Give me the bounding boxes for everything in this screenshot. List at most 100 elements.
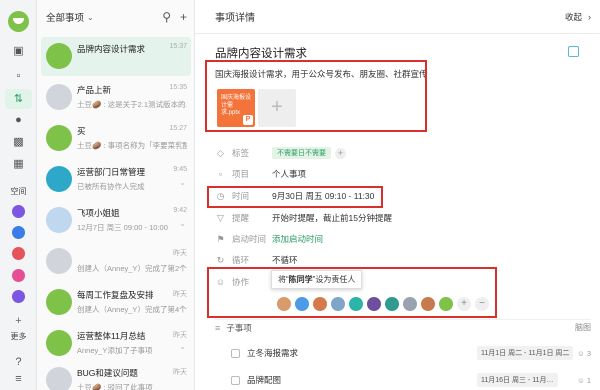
add-attachment-button[interactable]: + bbox=[258, 89, 296, 127]
collaborator-avatar[interactable] bbox=[277, 297, 291, 311]
flag-icon: ⚑ bbox=[216, 233, 225, 244]
collaborator-avatar[interactable] bbox=[385, 297, 399, 311]
tasks-icon[interactable]: ⇅ bbox=[5, 89, 32, 109]
collaborator-avatar[interactable] bbox=[349, 297, 363, 311]
project-value[interactable]: 个人事项 bbox=[272, 168, 306, 180]
list-item[interactable]: 买 土豆🥔 : 事项名称为「李要菜乳酸… 15:27 ⌄ bbox=[41, 119, 191, 158]
search-icon[interactable]: ⚲ bbox=[162, 10, 171, 24]
repeat-value[interactable]: 不循环 bbox=[272, 254, 298, 266]
chevron-down-icon[interactable]: ⌄ bbox=[87, 13, 94, 22]
item-subtitle: 土豆🥔 : 这是关于2.1测试版本的… bbox=[77, 100, 187, 109]
item-subtitle: Anney_Y添加了子事项 bbox=[77, 346, 153, 355]
item-time: 昨天 bbox=[173, 369, 187, 376]
space-dot[interactable] bbox=[12, 269, 25, 282]
subtask-date[interactable]: 11月16日 周三 - 11月… bbox=[477, 373, 558, 387]
calendar-icon[interactable]: ▣ bbox=[11, 44, 26, 58]
list-item[interactable]: 飞项小姐姐 12月7日 周三 09:00 - 10:00 9:42 ⌄ bbox=[41, 201, 191, 240]
collaborator-avatar[interactable] bbox=[331, 297, 345, 311]
mindmap-button[interactable]: 脑图 bbox=[575, 322, 591, 333]
collaborator-avatar[interactable] bbox=[439, 297, 453, 311]
collaborator-avatar[interactable] bbox=[313, 297, 327, 311]
space-label: 空间 bbox=[10, 187, 27, 196]
folder-icon: ▫ bbox=[218, 169, 223, 179]
list-item[interactable]: 每周工作复盘及安排 创建人（Anney_Y）完成了第4个事… 昨天 ⌄ bbox=[41, 283, 191, 322]
collapse-button[interactable]: 收起 bbox=[565, 11, 582, 23]
space-dot[interactable] bbox=[12, 226, 25, 239]
more-icon[interactable]: ⌄ bbox=[179, 301, 186, 310]
tag-pill[interactable]: 不需要日不需要 bbox=[272, 147, 331, 159]
space-dot[interactable] bbox=[12, 205, 25, 218]
subtask-count: ☺ 3 bbox=[577, 348, 591, 358]
collaborator-avatar[interactable] bbox=[421, 297, 435, 311]
collapse-arrow-icon[interactable]: › bbox=[588, 12, 591, 22]
task-list-panel: 全部事项 ⌄ ⚲ + 品牌内容设计需求 15:37 产品上新 土豆🥔 : 这是关… bbox=[37, 0, 195, 390]
item-title: 买 bbox=[77, 126, 86, 136]
more-label[interactable]: 更多 bbox=[4, 331, 33, 342]
subtask-count-value: 1 bbox=[586, 375, 591, 385]
subtask-count: ☺ 1 bbox=[577, 375, 591, 385]
list-item[interactable]: 品牌内容设计需求 15:37 bbox=[41, 37, 191, 76]
subtask-checkbox[interactable] bbox=[231, 348, 240, 358]
attachment-file[interactable]: 国庆海报设计需求.pptx P bbox=[217, 89, 255, 127]
tag-label: 标签 bbox=[232, 148, 250, 158]
tooltip-suffix: ”设为责任人 bbox=[312, 275, 356, 284]
stats-icon[interactable]: ▩ bbox=[11, 135, 26, 149]
user-avatar[interactable] bbox=[8, 11, 29, 32]
add-icon[interactable]: + bbox=[180, 10, 187, 24]
list-item[interactable]: BUG和建议问题 土豆🥔 : 驳回了此事项 昨天 bbox=[41, 361, 191, 390]
item-time: 昨天 bbox=[173, 332, 187, 339]
space-dot[interactable] bbox=[12, 247, 25, 260]
help-icon[interactable]: ? bbox=[11, 355, 26, 369]
item-time: 15:37 bbox=[169, 43, 187, 50]
list-item[interactable]: 创建人（Anney_Y）完成了第2个事… 昨天 ⌄ bbox=[41, 242, 191, 281]
time-value[interactable]: 9月30日 周五 09:10 - 11:30 bbox=[272, 190, 374, 202]
space-dot[interactable] bbox=[12, 290, 25, 303]
more-icon[interactable]: ⌄ bbox=[179, 96, 186, 105]
today-icon[interactable]: ▫ bbox=[11, 69, 26, 83]
time-label: 时间 bbox=[232, 191, 250, 201]
task-description[interactable]: 国庆海报设计需求，用于公众号发布、朋友圈、社群宣传 bbox=[215, 68, 428, 80]
more-icon[interactable]: ⌄ bbox=[179, 342, 186, 351]
item-subtitle: 创建人（Anney_Y）完成了第4个事… bbox=[77, 305, 187, 314]
list-item[interactable]: 运营整体11月总结 Anney_Y添加了子事项 昨天 ⌄ bbox=[41, 324, 191, 363]
collaborator-avatar[interactable] bbox=[403, 297, 417, 311]
collab-row: ☺ 协作 bbox=[215, 275, 272, 289]
item-avatar bbox=[46, 248, 72, 274]
subtask-date[interactable]: 11月1日 周二 - 11月1日 周二 bbox=[477, 346, 574, 360]
subtask-row[interactable]: 立冬海报需求 11月1日 周二 - 11月1日 周二 ☺ 3 bbox=[231, 345, 591, 361]
item-title: 运营整体11月总结 bbox=[77, 331, 146, 341]
complete-checkbox[interactable] bbox=[568, 46, 579, 57]
list-filter-title[interactable]: 全部事项 bbox=[46, 10, 84, 24]
project-row: ▫ 项目 个人事项 bbox=[215, 167, 306, 181]
collaborator-avatar[interactable] bbox=[367, 297, 381, 311]
time-row: ◷ 时间 9月30日 周五 09:10 - 11:30 bbox=[215, 189, 375, 203]
collaborator-avatar[interactable] bbox=[295, 297, 309, 311]
subtasks-icon: ≡ bbox=[215, 322, 221, 333]
list-item[interactable]: 产品上新 土豆🥔 : 这是关于2.1测试版本的… 15:35 ⌄ bbox=[41, 78, 191, 117]
tag-icon: ◇ bbox=[217, 147, 224, 158]
remove-collaborator-button[interactable]: − bbox=[475, 297, 489, 311]
detail-header: 事项详情 收起 › bbox=[195, 0, 600, 34]
more-icon[interactable]: ⌄ bbox=[179, 137, 186, 146]
subtask-row[interactable]: 品牌配图 11月16日 周三 - 11月… ☺ 1 bbox=[231, 372, 591, 388]
bell-icon: ▽ bbox=[217, 212, 224, 223]
subtask-checkbox[interactable] bbox=[231, 375, 240, 385]
inbox-icon[interactable]: ▦ bbox=[11, 157, 26, 171]
add-collaborator-button[interactable]: + bbox=[457, 297, 471, 311]
more-icon[interactable]: ⌄ bbox=[179, 178, 186, 187]
reminder-value[interactable]: 开始时提醒，截止前15分钟提醒 bbox=[272, 212, 392, 224]
clock-icon: ◷ bbox=[216, 190, 225, 201]
contacts-icon[interactable]: ● bbox=[11, 113, 26, 127]
more-icon[interactable]: ⌄ bbox=[179, 219, 186, 228]
add-tag-icon[interactable]: + bbox=[335, 147, 346, 159]
item-title: 品牌内容设计需求 bbox=[77, 44, 146, 54]
item-time: 9:42 bbox=[173, 207, 187, 214]
more-icon[interactable]: ⌄ bbox=[179, 260, 186, 269]
tag-row: ◇ 标签 不需要日不需要 + bbox=[215, 146, 346, 160]
list-item[interactable]: 运营部门日常管理 已被所有协作人完成 9:45 ⌄ bbox=[41, 160, 191, 199]
add-start-time-link[interactable]: 添加启动时间 bbox=[272, 233, 323, 245]
task-title[interactable]: 品牌内容设计需求 bbox=[215, 45, 307, 61]
menu-icon[interactable]: ≡ bbox=[11, 372, 26, 386]
plus-icon[interactable]: + bbox=[11, 314, 26, 328]
reminder-row: ▽ 提醒 开始时提醒，截止前15分钟提醒 bbox=[215, 211, 392, 225]
